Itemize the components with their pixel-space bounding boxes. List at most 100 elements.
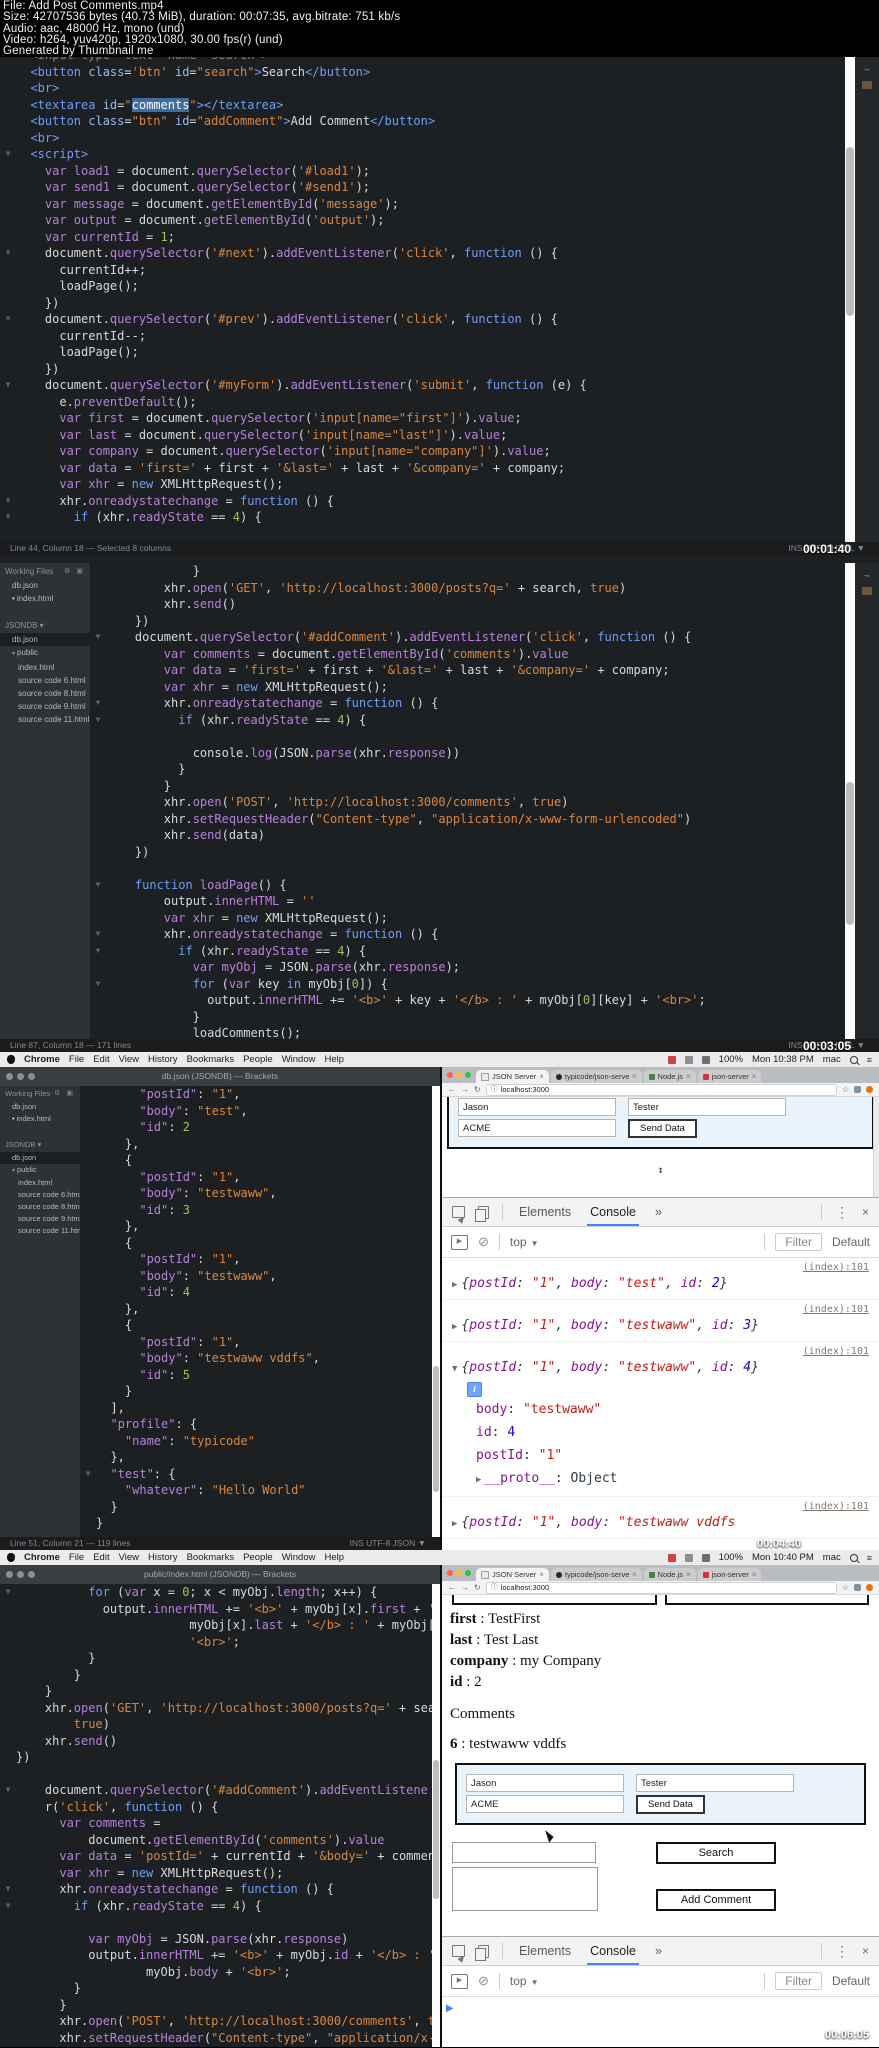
console-source-link[interactable]: (index):101 xyxy=(452,1261,869,1274)
scrollbar-thumb[interactable] xyxy=(846,147,854,317)
extensions-icon[interactable] xyxy=(862,81,872,90)
working-file-item[interactable]: • index.html xyxy=(0,592,90,605)
close-window-icon[interactable] xyxy=(447,1072,453,1079)
page-scrollbar[interactable] xyxy=(873,1097,879,1198)
clear-console-icon[interactable]: ⊘ xyxy=(478,1234,489,1250)
menu-item-bookmarks[interactable]: Bookmarks xyxy=(187,1054,235,1065)
browser-tab-doc[interactable]: JSON Server × xyxy=(476,1568,549,1582)
company-field[interactable] xyxy=(466,1795,624,1814)
console-log-levels[interactable]: Default xyxy=(832,1974,870,1988)
inspect-element-icon[interactable] xyxy=(452,1945,465,1958)
editor-scrollbar[interactable] xyxy=(845,57,855,556)
console-object-preview[interactable]: ▶ {postId: "1", body: "testwaww", id: 3} xyxy=(452,1316,869,1337)
sidebar-folder[interactable]: ▾ public xyxy=(0,1164,80,1177)
working-file-item[interactable]: • index.html xyxy=(0,1113,80,1125)
next-button[interactable]: Next xyxy=(664,1595,869,1606)
zoom-window-icon[interactable] xyxy=(465,1072,471,1079)
bookmark-star-icon[interactable]: ☆ xyxy=(842,1085,849,1094)
sidebar-file-item[interactable]: source code 6.html xyxy=(0,674,90,687)
device-toolbar-icon[interactable] xyxy=(475,1205,489,1222)
fold-icon[interactable]: ▼ xyxy=(80,1466,96,1483)
sidebar-file-item[interactable]: source code 11.html xyxy=(0,1225,80,1237)
scrollbar-thumb[interactable] xyxy=(433,1760,439,1900)
menu-item-people[interactable]: People xyxy=(243,1552,273,1563)
project-header[interactable]: JSONDB ▾ xyxy=(0,617,90,633)
sidebar-file-item[interactable]: db.json xyxy=(0,633,90,647)
company-field[interactable] xyxy=(458,1119,616,1138)
window-controls[interactable] xyxy=(6,1571,35,1579)
sidebar-file-item[interactable]: source code 6.html xyxy=(0,1189,80,1201)
zoom-window-icon[interactable] xyxy=(28,1571,35,1579)
console-context-select[interactable]: top ▼ xyxy=(510,1235,539,1249)
console-log-levels[interactable]: Default xyxy=(832,1235,870,1249)
info-icon[interactable]: i xyxy=(467,1382,482,1398)
console-filter-input[interactable]: Filter xyxy=(775,1972,822,1991)
folder-arrow-icon[interactable]: ▾ xyxy=(12,1168,15,1174)
window-controls[interactable] xyxy=(447,1570,471,1577)
minimize-window-icon[interactable] xyxy=(456,1570,462,1577)
fold-icon[interactable]: ▼ xyxy=(90,712,106,729)
sidebar-file-item[interactable]: source code 8.html xyxy=(0,1201,80,1213)
close-devtools-icon[interactable]: × xyxy=(862,1205,869,1219)
minimize-window-icon[interactable] xyxy=(456,1072,462,1079)
console-object-preview[interactable]: ▼ {postId: "1", body: "testwaww", id: 4} xyxy=(452,1358,869,1379)
console-sidebar-toggle-icon[interactable]: ▶ xyxy=(451,1234,468,1250)
code-editor[interactable]: } xhr.open('GET', 'http://localhost:3000… xyxy=(90,563,845,1040)
more-tabs-icon[interactable]: » xyxy=(652,1198,665,1226)
menu-item-history[interactable]: History xyxy=(148,1552,178,1563)
fold-icon[interactable]: ▼ xyxy=(0,146,16,163)
sidebar-settings-icons[interactable]: ⚙ ▣ xyxy=(64,565,85,578)
browser-tab-node[interactable]: Node.js × xyxy=(643,1070,696,1084)
device-toolbar-icon[interactable] xyxy=(475,1944,489,1961)
statusbar-mode[interactable]: INS UTF-8 JSON ▼ xyxy=(350,1537,426,1550)
kebab-menu-icon[interactable]: ⋮ xyxy=(835,1204,849,1221)
sidebar-file-item[interactable]: source code 9.html xyxy=(0,1213,80,1225)
close-tab-icon[interactable]: × xyxy=(686,1070,691,1083)
tab-elements[interactable]: Elements xyxy=(516,1937,574,1965)
sidebar-file-item[interactable]: source code 9.html xyxy=(0,700,90,713)
more-tabs-icon[interactable]: » xyxy=(652,1937,665,1965)
fold-icon[interactable]: ▼ xyxy=(90,629,106,646)
code-editor[interactable]: ▼ for (var x = 0; x < myObj.length; x++)… xyxy=(0,1584,432,2048)
forward-icon[interactable]: → xyxy=(461,1085,469,1094)
window-controls[interactable] xyxy=(447,1072,471,1079)
extension-icon[interactable] xyxy=(866,1584,873,1592)
notification-center-icon[interactable]: ≡ xyxy=(867,1553,872,1563)
working-file-item[interactable]: db.json xyxy=(0,1101,80,1113)
tab-elements[interactable]: Elements xyxy=(516,1198,574,1226)
zoom-window-icon[interactable] xyxy=(465,1570,471,1577)
sidebar-file-item[interactable]: index.html xyxy=(0,661,90,674)
close-tab-icon[interactable]: × xyxy=(686,1568,691,1581)
browser-tab-npm[interactable]: json-server × xyxy=(697,1568,762,1582)
extension-icon[interactable] xyxy=(866,1086,873,1094)
kebab-menu-icon[interactable]: ⋮ xyxy=(835,1943,849,1960)
close-tab-icon[interactable]: × xyxy=(539,1568,544,1581)
editor-titlebar[interactable]: public/index.html (JSONDB) — Brackets xyxy=(0,1565,440,1585)
last-name-field[interactable] xyxy=(628,1098,786,1117)
info-icon[interactable]: ⓘ xyxy=(491,1085,498,1094)
last-name-field[interactable] xyxy=(636,1774,794,1793)
fold-icon[interactable]: ▼ xyxy=(90,877,106,894)
close-window-icon[interactable] xyxy=(6,1073,13,1081)
editor-titlebar[interactable]: db.json (JSONDB) — Brackets xyxy=(0,1067,440,1087)
send-data-button[interactable]: Send Data xyxy=(628,1119,697,1139)
console-filter-input[interactable]: Filter xyxy=(775,1233,822,1252)
fold-icon[interactable]: ▼ xyxy=(0,1782,16,1799)
browser-tab-doc[interactable]: JSON Server × xyxy=(476,1070,549,1084)
code-editor[interactable]: "postId": "1", "body": "test", "id": 2 }… xyxy=(80,1086,432,1538)
apple-logo-icon[interactable] xyxy=(7,1553,15,1563)
menu-app-name[interactable]: Chrome xyxy=(24,1552,60,1563)
console-source-link[interactable]: (index):101 xyxy=(452,1500,869,1513)
fold-icon[interactable]: ▼ xyxy=(90,695,106,712)
expand-arrow-icon[interactable]: ▶ xyxy=(476,1475,481,1485)
scrollbar-thumb[interactable] xyxy=(433,1366,439,1493)
menu-item-people[interactable]: People xyxy=(243,1054,273,1065)
sidebar-folder[interactable]: ▾ public xyxy=(0,646,90,661)
spotlight-search-icon[interactable] xyxy=(849,1055,858,1064)
close-tab-icon[interactable]: × xyxy=(752,1568,757,1581)
working-file-item[interactable]: db.json xyxy=(0,579,90,592)
menu-item-window[interactable]: Window xyxy=(282,1552,316,1563)
fold-icon[interactable]: ▼ xyxy=(90,976,106,993)
prev-button[interactable]: Prev xyxy=(452,1595,657,1606)
menu-item-view[interactable]: View xyxy=(119,1054,139,1065)
